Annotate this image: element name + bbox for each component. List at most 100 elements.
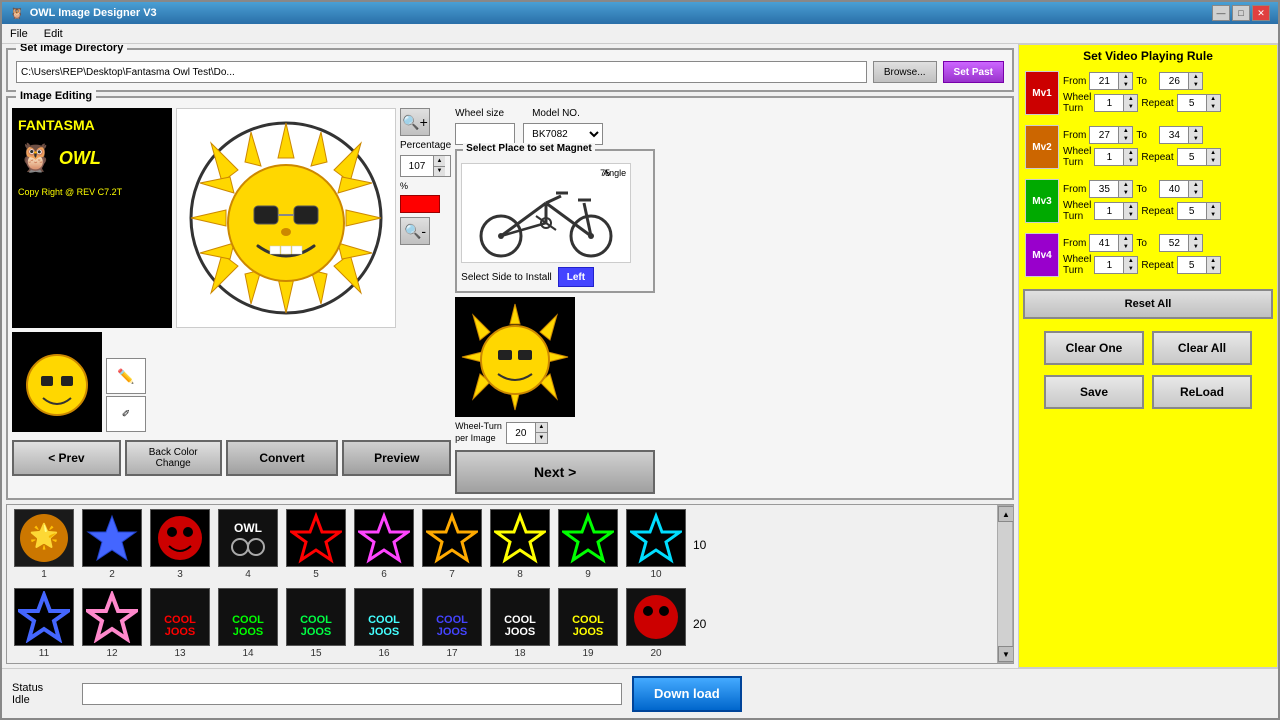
mv1-to-down[interactable]: ▼ bbox=[1188, 81, 1202, 89]
mv2-repeat-down[interactable]: ▼ bbox=[1206, 157, 1220, 165]
convert-button[interactable]: Convert bbox=[226, 440, 339, 476]
save-button[interactable]: Save bbox=[1044, 375, 1144, 409]
list-item[interactable]: COOLJOOS 17 bbox=[419, 588, 485, 659]
directory-input[interactable] bbox=[16, 61, 867, 83]
mv4-wheel-down[interactable]: ▼ bbox=[1123, 265, 1137, 273]
back-color-button[interactable]: Back ColorChange bbox=[125, 440, 222, 476]
minimize-button[interactable]: — bbox=[1212, 5, 1230, 21]
list-item[interactable]: 🌟 1 bbox=[11, 509, 77, 580]
mv4-to-up[interactable]: ▲ bbox=[1188, 235, 1202, 243]
list-item[interactable]: 20 bbox=[623, 588, 689, 659]
list-item[interactable]: 9 bbox=[555, 509, 621, 580]
list-item[interactable]: COOLJOOS 15 bbox=[283, 588, 349, 659]
setpast-button[interactable]: Set Past bbox=[943, 61, 1004, 83]
window-icon: 🦉 bbox=[10, 7, 24, 20]
image-strip: 🌟 1 2 bbox=[6, 504, 1014, 664]
strip-num-16: 16 bbox=[378, 648, 389, 659]
mv4-to-spinner: 52 ▲▼ bbox=[1159, 234, 1203, 252]
mv4-from-down[interactable]: ▼ bbox=[1118, 243, 1132, 251]
menu-edit[interactable]: Edit bbox=[40, 28, 67, 40]
list-item[interactable]: COOLJOOS 16 bbox=[351, 588, 417, 659]
mv2-repeat-up[interactable]: ▲ bbox=[1206, 149, 1220, 157]
mv4-repeat-down[interactable]: ▼ bbox=[1206, 265, 1220, 273]
list-item[interactable]: COOLJOOS 14 bbox=[215, 588, 281, 659]
pencil-button[interactable]: ✏️ bbox=[106, 358, 146, 394]
list-item[interactable]: 2 bbox=[79, 509, 145, 580]
strip-scroll-down[interactable]: ▼ bbox=[998, 646, 1013, 662]
mv3-to-spinner: 40 ▲▼ bbox=[1159, 180, 1203, 198]
list-item[interactable]: 11 bbox=[11, 588, 77, 659]
strip-scroll-up[interactable]: ▲ bbox=[998, 506, 1013, 522]
mv2-wheel-value: 1 bbox=[1095, 149, 1123, 165]
strip-num-12: 12 bbox=[106, 648, 117, 659]
prev-button[interactable]: < Prev bbox=[12, 440, 121, 476]
mv3-repeat-down[interactable]: ▼ bbox=[1206, 211, 1220, 219]
wheel-turn-up[interactable]: ▲ bbox=[535, 423, 547, 433]
reset-all-button[interactable]: Reset All bbox=[1023, 289, 1273, 319]
list-item[interactable]: 10 bbox=[623, 509, 689, 580]
wheel-model-row: Wheel size Model NO. bbox=[455, 108, 655, 119]
wheel-turn-down[interactable]: ▼ bbox=[535, 432, 547, 443]
wheel-size-input[interactable] bbox=[455, 123, 515, 145]
mv4-from-up[interactable]: ▲ bbox=[1118, 235, 1132, 243]
mv3-to-up[interactable]: ▲ bbox=[1188, 181, 1202, 189]
mv3-wheel-label: WheelTurn bbox=[1063, 200, 1091, 222]
list-item[interactable]: 8 bbox=[487, 509, 553, 580]
strip-img-9 bbox=[558, 509, 618, 567]
mv4-to-down[interactable]: ▼ bbox=[1188, 243, 1202, 251]
mv4-wheel-up[interactable]: ▲ bbox=[1123, 257, 1137, 265]
close-button[interactable]: ✕ bbox=[1252, 5, 1270, 21]
strip-img-4: OWL bbox=[218, 509, 278, 567]
list-item[interactable]: 12 bbox=[79, 588, 145, 659]
percentage-up[interactable]: ▲ bbox=[433, 156, 445, 166]
clear-all-button[interactable]: Clear All bbox=[1152, 331, 1252, 365]
list-item[interactable]: 3 bbox=[147, 509, 213, 580]
mv1-repeat-up[interactable]: ▲ bbox=[1206, 95, 1220, 103]
preview-button[interactable]: Preview bbox=[342, 440, 451, 476]
mv1-from-up[interactable]: ▲ bbox=[1118, 73, 1132, 81]
list-item[interactable]: 5 bbox=[283, 509, 349, 580]
mv4-repeat-up[interactable]: ▲ bbox=[1206, 257, 1220, 265]
clear-one-button[interactable]: Clear One bbox=[1044, 331, 1144, 365]
mv2-to-down[interactable]: ▼ bbox=[1188, 135, 1202, 143]
reload-button[interactable]: ReLoad bbox=[1152, 375, 1252, 409]
clear-buttons-row: Clear One Clear All bbox=[1023, 331, 1273, 365]
mv1-wheel-down[interactable]: ▼ bbox=[1123, 103, 1137, 111]
next-button[interactable]: Next > bbox=[455, 450, 655, 494]
image-right-controls: Wheel size Model NO. BK7082 Select Place… bbox=[455, 108, 655, 494]
mv3-from-up[interactable]: ▲ bbox=[1118, 181, 1132, 189]
svg-text:JOOS: JOOS bbox=[573, 626, 604, 638]
menu-file[interactable]: File bbox=[6, 28, 32, 40]
list-item[interactable]: 6 bbox=[351, 509, 417, 580]
mv2-from-down[interactable]: ▼ bbox=[1118, 135, 1132, 143]
mv2-from-up[interactable]: ▲ bbox=[1118, 127, 1132, 135]
mv3-repeat-up[interactable]: ▲ bbox=[1206, 203, 1220, 211]
mv2-wheel-down[interactable]: ▼ bbox=[1123, 157, 1137, 165]
browse-button[interactable]: Browse... bbox=[873, 61, 937, 83]
list-item[interactable]: 7 bbox=[419, 509, 485, 580]
mv1-repeat-down[interactable]: ▼ bbox=[1206, 103, 1220, 111]
list-item[interactable]: COOLJOOS 13 bbox=[147, 588, 213, 659]
mv3-wheel-up[interactable]: ▲ bbox=[1123, 203, 1137, 211]
zoom-out-button[interactable]: 🔍- bbox=[400, 217, 430, 245]
mv3-wheel-down[interactable]: ▼ bbox=[1123, 211, 1137, 219]
zoom-in-button[interactable]: 🔍+ bbox=[400, 108, 430, 136]
mv2-to-up[interactable]: ▲ bbox=[1188, 127, 1202, 135]
mv1-from-down[interactable]: ▼ bbox=[1118, 81, 1132, 89]
side-left-button[interactable]: Left bbox=[558, 267, 594, 287]
list-item[interactable]: OWL 4 bbox=[215, 509, 281, 580]
mv3-to-down[interactable]: ▼ bbox=[1188, 189, 1202, 197]
download-button[interactable]: Down load bbox=[632, 676, 742, 712]
percentage-down[interactable]: ▼ bbox=[433, 166, 445, 177]
maximize-button[interactable]: □ bbox=[1232, 5, 1250, 21]
mv3-from-down[interactable]: ▼ bbox=[1118, 189, 1132, 197]
mv1-wheel-up[interactable]: ▲ bbox=[1123, 95, 1137, 103]
status-label: Status bbox=[12, 682, 72, 694]
strip-img-1: 🌟 bbox=[14, 509, 74, 567]
model-select[interactable]: BK7082 bbox=[523, 123, 603, 145]
list-item[interactable]: COOLJOOS 18 bbox=[487, 588, 553, 659]
pencil-label-button[interactable]: ✐ bbox=[106, 396, 146, 432]
list-item[interactable]: COOLJOOS 19 bbox=[555, 588, 621, 659]
mv2-wheel-up[interactable]: ▲ bbox=[1123, 149, 1137, 157]
mv1-to-up[interactable]: ▲ bbox=[1188, 73, 1202, 81]
